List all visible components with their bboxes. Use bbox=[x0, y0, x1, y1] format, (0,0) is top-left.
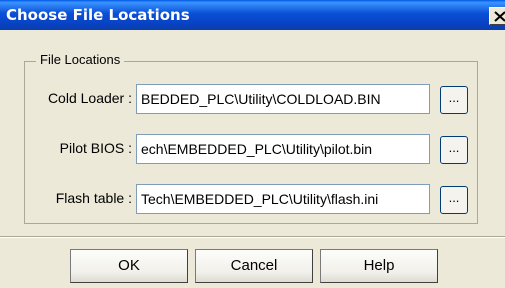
choose-file-locations-dialog: Choose File Locations File Locations Col… bbox=[0, 0, 505, 288]
flash-table-label: Flash table : bbox=[55, 190, 132, 206]
cold-loader-path-input[interactable]: BEDDED_PLC\Utility\COLDLOAD.BIN bbox=[136, 84, 430, 114]
title-bar[interactable]: Choose File Locations bbox=[0, 0, 505, 30]
window-title: Choose File Locations bbox=[6, 6, 190, 24]
close-button[interactable] bbox=[489, 7, 505, 25]
cold-loader-label: Cold Loader : bbox=[47, 90, 132, 106]
pilot-bios-path-input[interactable]: ech\EMBEDDED_PLC\Utility\pilot.bin bbox=[136, 134, 430, 164]
button-separator bbox=[0, 236, 505, 238]
flash-table-browse-button[interactable]: ... bbox=[440, 186, 468, 214]
cold-loader-browse-button[interactable]: ... bbox=[440, 86, 468, 114]
flash-table-path-input[interactable]: Tech\EMBEDDED_PLC\Utility\flash.ini bbox=[136, 184, 430, 214]
help-button[interactable]: Help bbox=[320, 249, 438, 283]
cancel-button[interactable]: Cancel bbox=[195, 249, 313, 283]
ok-button[interactable]: OK bbox=[70, 249, 188, 283]
group-legend: File Locations bbox=[36, 52, 125, 67]
close-icon bbox=[494, 11, 505, 22]
pilot-bios-label: Pilot BIOS : bbox=[59, 140, 132, 156]
pilot-bios-browse-button[interactable]: ... bbox=[440, 136, 468, 164]
